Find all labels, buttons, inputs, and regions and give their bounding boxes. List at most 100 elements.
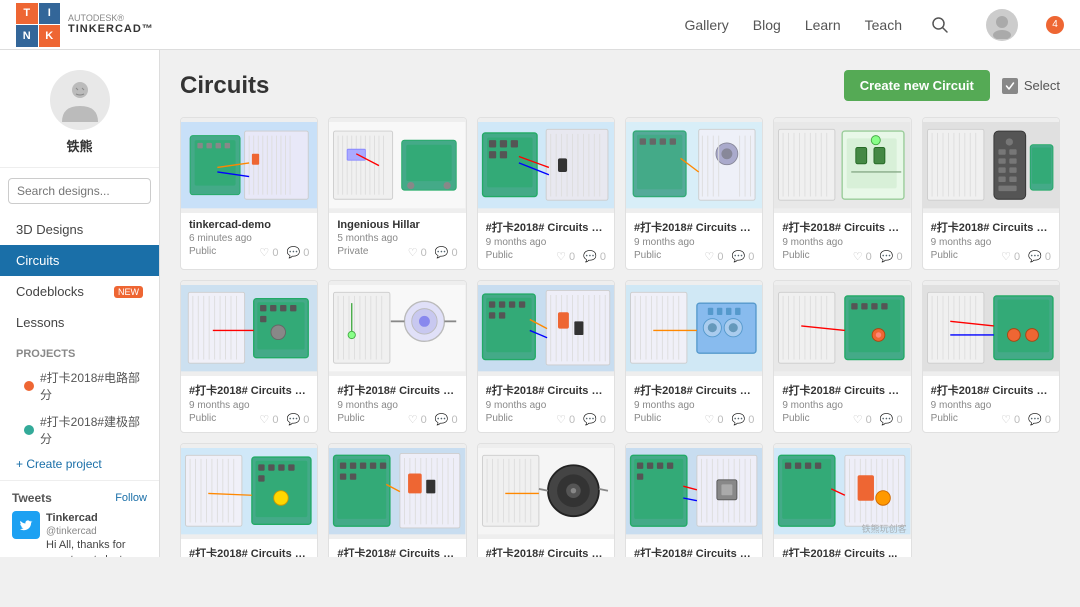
card-item[interactable]: #打卡2018# Circuits 2 - 给L... 9 months ago… xyxy=(477,280,615,433)
comment-icon[interactable]: 💬 0 xyxy=(731,413,754,426)
comment-icon[interactable]: 💬 0 xyxy=(880,250,903,263)
cards-grid: tinkercad-demo 6 minutes ago Public ♡ 0 … xyxy=(180,117,1060,557)
card-name: #打卡2018# Circuits 4 - 呼... xyxy=(634,219,754,235)
like-icon[interactable]: ♡ 0 xyxy=(704,250,723,263)
layout: 铁熊 3D Designs Circuits Codeblocks NEW Le… xyxy=(0,50,1080,557)
tweet-user-1: Tinkercad xyxy=(46,511,147,525)
codeblocks-label: Codeblocks xyxy=(16,284,84,299)
like-icon[interactable]: ♡ 0 xyxy=(853,413,872,426)
card-name: #打卡2018# Circuits 14 - 红... xyxy=(931,382,1051,398)
card-item[interactable]: #打卡2018# Circuits 14 - 红... 9 months ago… xyxy=(922,280,1060,433)
notification-badge[interactable]: 4 xyxy=(1046,16,1064,34)
card-name: #打卡2018# Circuits ... xyxy=(782,545,902,557)
sidebar-item-lessons[interactable]: Lessons xyxy=(0,307,159,338)
like-icon[interactable]: ♡ 0 xyxy=(1001,250,1020,263)
card-thumbnail xyxy=(181,281,317,376)
search-button[interactable] xyxy=(926,11,954,39)
card-info: #打卡2018# Circuits 15 - 红... 9 months ago… xyxy=(774,376,910,432)
like-icon[interactable]: ♡ 0 xyxy=(259,246,278,259)
card-item[interactable]: #打卡2018# Circuits 8 - Ard... 9 months ag… xyxy=(477,117,615,270)
card-item[interactable]: #打卡2018# Circuits 1 - 点亮... 9 months ago… xyxy=(328,280,466,433)
card-privacy: Public xyxy=(782,413,809,424)
card-item[interactable]: #打卡2018# Circuits 6 - 蜂... 9 months ago … xyxy=(477,443,615,557)
card-time: 9 months ago xyxy=(931,237,1051,248)
nav-blog[interactable]: Blog xyxy=(753,17,781,33)
card-thumbnail xyxy=(181,118,317,213)
card-name: Ingenious Hillar xyxy=(337,219,457,231)
project-item-2[interactable]: #打卡2018#建极部分 xyxy=(0,408,159,452)
card-item[interactable]: #打卡2018# Circuits 10 - 说... 9 months ago… xyxy=(922,117,1060,270)
card-item[interactable]: #打卡2018# Circuits 5 - 按... 9 months ago … xyxy=(625,443,763,557)
create-project-button[interactable]: + Create project xyxy=(0,452,159,476)
card-item[interactable]: #打卡2018# Circuits 16 - 超... 9 months ago… xyxy=(625,280,763,433)
sidebar-avatar[interactable] xyxy=(50,70,110,130)
comment-icon[interactable]: 💬 0 xyxy=(435,413,458,426)
logo-text: AUTODESK® TINKERCAD™ xyxy=(68,13,154,37)
logo-area: T I N K AUTODESK® TINKERCAD™ xyxy=(16,3,154,47)
card-time: 9 months ago xyxy=(782,237,902,248)
card-item[interactable]: #打卡2018# Circuits 7 - Ard... 9 months ag… xyxy=(328,443,466,557)
comment-icon[interactable]: 💬 0 xyxy=(583,413,606,426)
tweets-follow-button[interactable]: Follow xyxy=(115,492,147,504)
lessons-label: Lessons xyxy=(16,315,64,330)
page-actions: Create new Circuit Select xyxy=(844,70,1060,101)
like-icon[interactable]: ♡ 0 xyxy=(408,246,427,259)
comment-icon[interactable]: 💬 0 xyxy=(286,413,309,426)
create-circuit-button[interactable]: Create new Circuit xyxy=(844,70,990,101)
card-item[interactable]: #打卡2018# Circuits 13 - 磁... 9 months ago… xyxy=(180,280,318,433)
sidebar-user-area: 铁熊 xyxy=(0,62,159,168)
card-name: #打卡2018# Circuits 13 - 磁... xyxy=(189,382,309,398)
card-footer: Public ♡ 0 💬 0 xyxy=(486,248,606,263)
like-icon[interactable]: ♡ 0 xyxy=(556,250,575,263)
comment-icon[interactable]: 💬 0 xyxy=(1028,250,1051,263)
card-name: #打卡2018# Circuits 2 - 给L... xyxy=(486,382,606,398)
card-footer: Public ♡ 0 💬 0 xyxy=(634,411,754,426)
card-item[interactable]: tinkercad-demo 6 minutes ago Public ♡ 0 … xyxy=(180,117,318,270)
page-title: Circuits xyxy=(180,72,269,100)
comment-icon[interactable]: 💬 0 xyxy=(880,413,903,426)
circuits-label: Circuits xyxy=(16,253,59,268)
card-time: 9 months ago xyxy=(931,400,1051,411)
search-input[interactable] xyxy=(8,178,151,204)
card-info: #打卡2018# Circuits 8 - Ard... 9 months ag… xyxy=(478,213,614,269)
like-icon[interactable]: ♡ 0 xyxy=(1001,413,1020,426)
select-checkbox[interactable] xyxy=(1002,78,1018,94)
like-icon[interactable]: ♡ 0 xyxy=(704,413,723,426)
card-item[interactable]: #打卡2018# Circuits 11 - 人... 9 months ago… xyxy=(773,117,911,270)
avatar[interactable] xyxy=(986,9,1018,41)
like-icon[interactable]: ♡ 0 xyxy=(853,250,872,263)
project-item-1[interactable]: #打卡2018#电路部分 xyxy=(0,364,159,408)
card-privacy: Public xyxy=(634,413,661,424)
tweets-title: Tweets xyxy=(12,491,52,505)
card-name: #打卡2018# Circuits 1 - 点亮... xyxy=(337,382,457,398)
like-icon[interactable]: ♡ 0 xyxy=(259,413,278,426)
card-privacy: Public xyxy=(634,250,661,261)
card-item[interactable]: Ingenious Hillar 5 months ago Private ♡ … xyxy=(328,117,466,270)
card-time: 9 months ago xyxy=(782,400,902,411)
comment-icon[interactable]: 💬 0 xyxy=(286,246,309,259)
nav-learn[interactable]: Learn xyxy=(805,17,841,33)
sidebar-item-circuits[interactable]: Circuits xyxy=(0,245,159,276)
card-item[interactable]: #打卡2018# Circuits 4 - 呼... 9 months ago … xyxy=(625,117,763,270)
card-thumbnail xyxy=(478,444,614,539)
card-thumbnail xyxy=(626,444,762,539)
select-area[interactable]: Select xyxy=(1002,78,1060,94)
comment-icon[interactable]: 💬 0 xyxy=(435,246,458,259)
comment-icon[interactable]: 💬 0 xyxy=(1028,413,1051,426)
sidebar-item-codeblocks[interactable]: Codeblocks NEW xyxy=(0,276,159,307)
card-item[interactable]: #打卡2018# Circuits 9 - 光... 9 months ago … xyxy=(180,443,318,557)
sidebar-item-3ddesigns[interactable]: 3D Designs xyxy=(0,214,159,245)
card-footer: Public ♡ 0 💬 0 xyxy=(782,411,902,426)
like-icon[interactable]: ♡ 0 xyxy=(408,413,427,426)
card-info: #打卡2018# Circuits 16 - 超... 9 months ago… xyxy=(626,376,762,432)
like-icon[interactable]: ♡ 0 xyxy=(556,413,575,426)
comment-icon[interactable]: 💬 0 xyxy=(583,250,606,263)
card-item[interactable]: 铁熊玩创客 #打卡2018# Circuits ... 9 months ago… xyxy=(773,443,911,557)
card-thumbnail xyxy=(923,281,1059,376)
nav-gallery[interactable]: Gallery xyxy=(684,17,728,33)
card-item[interactable]: #打卡2018# Circuits 15 - 红... 9 months ago… xyxy=(773,280,911,433)
logo-i: I xyxy=(39,3,61,25)
card-info: #打卡2018# Circuits 14 - 红... 9 months ago… xyxy=(923,376,1059,432)
comment-icon[interactable]: 💬 0 xyxy=(731,250,754,263)
nav-teach[interactable]: Teach xyxy=(865,17,902,33)
